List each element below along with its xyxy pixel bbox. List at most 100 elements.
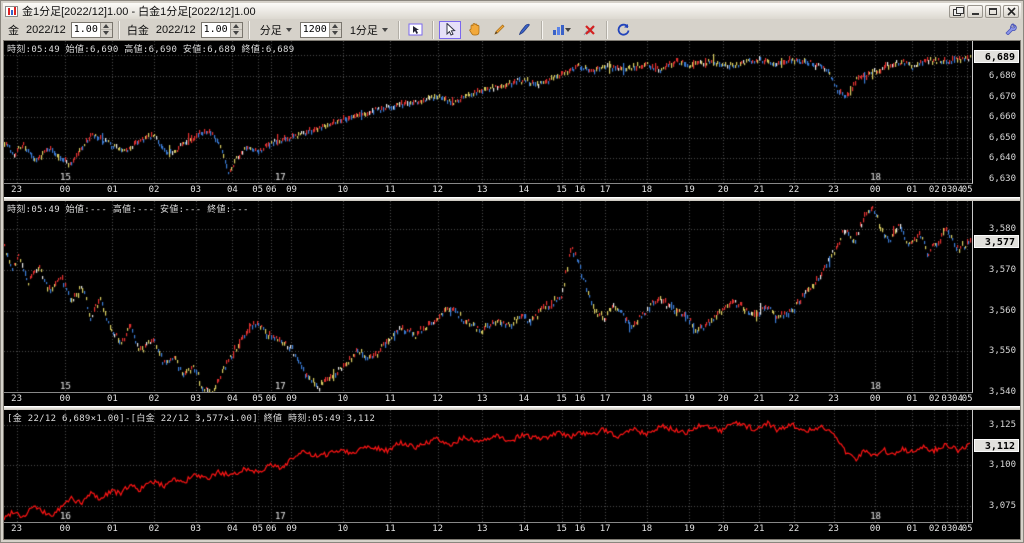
toolbar-separator <box>432 21 434 39</box>
time-axis-label: 12 <box>432 524 443 534</box>
platinum-symbol-label: 白金 <box>125 22 151 38</box>
window-title: 金1分足[2022/12]1.00 - 白金1分足[2022/12]1.00 <box>22 3 945 19</box>
bar-type-dropdown[interactable]: 分足 <box>255 21 297 39</box>
time-axis-label: 14 <box>518 185 529 195</box>
price-axis-label: 6,630 <box>989 174 1016 184</box>
pen-tool-button[interactable] <box>514 21 536 39</box>
chevron-down-icon <box>286 28 292 32</box>
time-axis-label: 03 <box>941 524 952 534</box>
gold-ratio-spin-buttons[interactable] <box>100 23 112 37</box>
chart-cursor-button[interactable] <box>405 21 427 39</box>
pencil-tool-button[interactable] <box>489 21 511 39</box>
settings-button[interactable] <box>1004 22 1017 40</box>
price-axis-label: 3,580 <box>989 224 1016 234</box>
gold-ratio-spinner[interactable]: 1.00 <box>71 22 113 38</box>
time-axis-label: 00 <box>60 524 71 534</box>
clear-indicator-button[interactable] <box>579 21 601 39</box>
time-axis-label: 10 <box>337 185 348 195</box>
platinum-candles-canvas[interactable] <box>4 201 972 392</box>
price-axis-label: 6,650 <box>989 133 1016 143</box>
platinum-current-price-badge: 3,577 <box>974 235 1019 248</box>
pen-icon <box>518 23 531 36</box>
time-axis-label: 05 <box>252 185 263 195</box>
price-axis-label: 3,560 <box>989 306 1016 316</box>
time-axis-label: 13 <box>477 524 488 534</box>
price-axis-label: 3,075 <box>989 501 1016 511</box>
chart-type-button[interactable] <box>548 21 576 39</box>
price-axis-label: 6,670 <box>989 92 1016 102</box>
time-axis-label: 03 <box>941 394 952 404</box>
time-axis-label: 23 <box>11 185 22 195</box>
price-axis-label: 3,570 <box>989 265 1016 275</box>
time-axis-label: 00 <box>870 524 881 534</box>
time-axis-label: 23 <box>11 524 22 534</box>
toolbar: 金 2022/12 1.00 白金 2022/12 1.00 分足 1200 1… <box>3 19 1021 40</box>
time-axis-label: 05 <box>252 524 263 534</box>
gold-month-value[interactable]: 2022/12 <box>24 24 68 36</box>
gold-time-axis: 2300010203040506091011121314151617181920… <box>4 184 973 197</box>
spread-line-canvas[interactable] <box>4 410 972 522</box>
maximize-icon <box>989 8 997 15</box>
platinum-time-axis: 2300010203040506091011121314151617181920… <box>4 393 973 406</box>
time-axis-label: 22 <box>788 394 799 404</box>
hand-tool-button[interactable] <box>464 21 486 39</box>
platinum-ohlc-readout: 時刻:05:49 始値:--- 高値:--- 安値:--- 終値:--- <box>7 202 249 215</box>
time-axis-label: 05 <box>962 394 973 404</box>
refresh-button[interactable] <box>613 21 635 39</box>
time-axis-label: 20 <box>718 524 729 534</box>
bar-count-value: 1200 <box>301 23 329 37</box>
time-axis-label: 23 <box>828 185 839 195</box>
gold-candlestick-panel: 時刻:05:49 始値:6,690 高値:6,690 安値:6,689 終値:6… <box>4 41 1020 197</box>
chevron-down-icon <box>565 28 571 32</box>
time-axis-label: 01 <box>907 185 918 195</box>
time-axis-label: 03 <box>190 394 201 404</box>
time-axis-label: 22 <box>788 524 799 534</box>
platinum-ratio-spinner[interactable]: 1.00 <box>201 22 243 38</box>
bar-count-spinner[interactable]: 1200 <box>300 22 342 38</box>
platinum-candlestick-panel: 時刻:05:49 始値:--- 高値:--- 安値:--- 終値:--- 230… <box>4 201 1020 406</box>
spread-plot[interactable]: [金 22/12 6,689×1.00]-[白金 22/12 3,577×1.0… <box>4 410 973 523</box>
float-window-button[interactable] <box>949 5 965 18</box>
gold-symbol-label: 金 <box>6 22 21 38</box>
time-axis-label: 20 <box>718 185 729 195</box>
spread-formula-readout: [金 22/12 6,689×1.00]-[白金 22/12 3,577×1.0… <box>7 411 375 424</box>
pencil-icon <box>493 23 506 36</box>
toolbar-separator <box>118 21 120 39</box>
time-axis-label: 09 <box>286 394 297 404</box>
close-button[interactable] <box>1003 5 1019 18</box>
maximize-button[interactable] <box>985 5 1001 18</box>
platinum-ratio-spin-buttons[interactable] <box>230 23 242 37</box>
minimize-button[interactable] <box>967 5 983 18</box>
time-axis-label: 02 <box>929 394 940 404</box>
time-axis-label: 18 <box>641 185 652 195</box>
time-axis-label: 17 <box>600 524 611 534</box>
time-axis-label: 16 <box>575 524 586 534</box>
platinum-plot[interactable]: 時刻:05:49 始値:--- 高値:--- 安値:--- 終値:--- <box>4 201 973 393</box>
time-axis-label: 11 <box>385 524 396 534</box>
time-axis-label: 15 <box>556 524 567 534</box>
time-axis-label: 21 <box>754 185 765 195</box>
bar-count-spin-buttons[interactable] <box>329 23 341 37</box>
time-axis-label: 05 <box>962 185 973 195</box>
select-tool-button[interactable] <box>439 21 461 39</box>
time-axis-label: 01 <box>107 185 118 195</box>
time-axis-label: 23 <box>828 524 839 534</box>
time-axis-label: 18 <box>641 524 652 534</box>
title-bar: 金1分足[2022/12]1.00 - 白金1分足[2022/12]1.00 <box>3 3 1021 19</box>
time-axis-label: 01 <box>907 394 918 404</box>
clear-indicator-icon <box>583 24 596 36</box>
time-axis-label: 12 <box>432 185 443 195</box>
time-axis-label: 13 <box>477 185 488 195</box>
spread-current-value-badge: 3,112 <box>974 439 1019 452</box>
platinum-month-value[interactable]: 2022/12 <box>154 24 198 36</box>
time-axis-label: 01 <box>907 524 918 534</box>
time-axis-label: 05 <box>962 524 973 534</box>
price-axis-label: 3,100 <box>989 460 1016 470</box>
interval-dropdown[interactable]: 1分足 <box>345 21 393 39</box>
time-axis-label: 21 <box>754 394 765 404</box>
time-axis-label: 01 <box>107 524 118 534</box>
gold-candles-canvas[interactable] <box>4 41 972 183</box>
gold-plot[interactable]: 時刻:05:49 始値:6,690 高値:6,690 安値:6,689 終値:6… <box>4 41 973 184</box>
time-axis-label: 15 <box>556 394 567 404</box>
time-axis-label: 16 <box>575 185 586 195</box>
